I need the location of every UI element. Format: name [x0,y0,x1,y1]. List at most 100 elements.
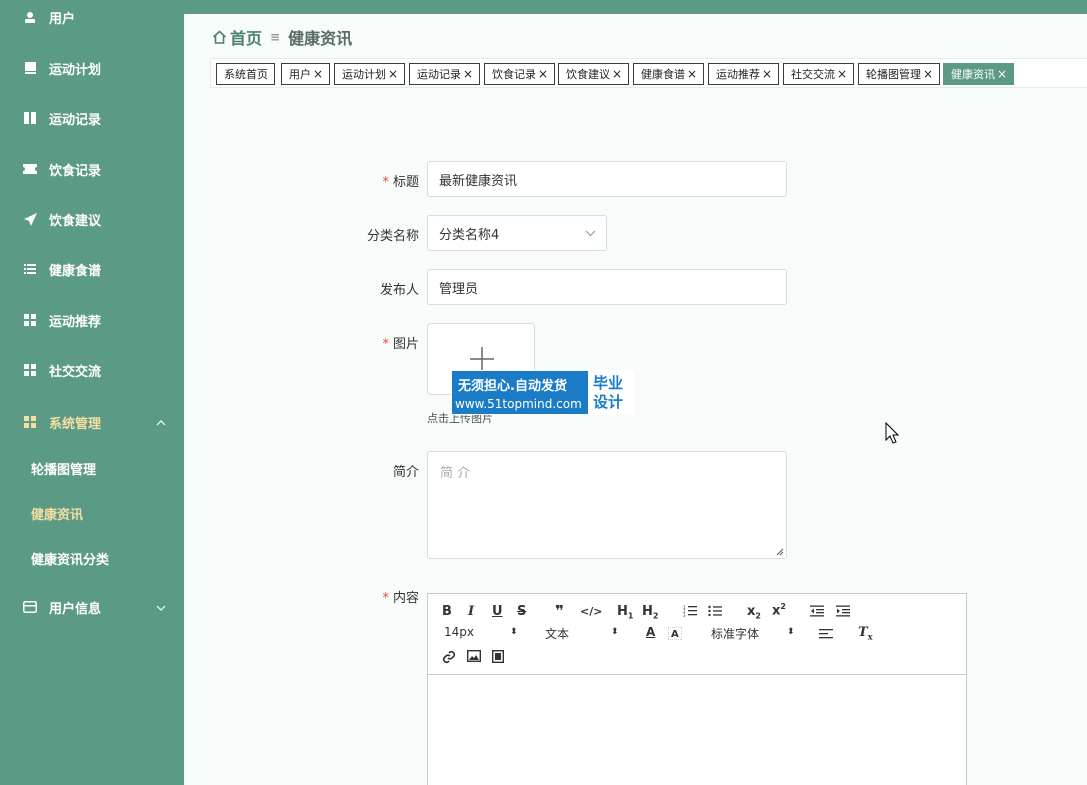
sidebar-item-label: 运动记录 [49,112,102,128]
category-selected-value: 分类名称4 [439,227,500,243]
indent-icon[interactable] [836,605,850,617]
svg-text:3: 3 [683,613,686,617]
category-label: 分类名称 [366,229,419,244]
rich-text-editor: B I U S ❞ </> H1 H2 123 x2 x2 14px ⬍ 文本 ⬍ … [427,593,967,785]
text-type-select[interactable]: 文本 ⬍ [545,625,621,642]
tag-label: 用户 [289,68,311,81]
tag-carousel[interactable]: 轮播图管理 × [858,63,941,85]
font-color-icon[interactable]: A [646,625,655,639]
summary-textarea[interactable]: 简 介 [427,451,787,559]
bullet-list-icon[interactable] [708,605,722,617]
clear-format-icon[interactable]: Tx [858,625,872,642]
watermark-banner: 无须担心.自动发货 www.51topmind.com 毕业 设计 [451,370,635,415]
card-icon [23,600,37,614]
updown-icon: ⬍ [510,627,518,637]
sidebar-item-user-info[interactable]: 用户信息 [0,592,184,622]
background-color-icon[interactable]: A [668,627,682,640]
close-icon[interactable]: × [687,67,697,81]
font-family-select[interactable]: 标准字体 ⬍ [711,625,799,642]
outdent-icon[interactable] [810,605,824,617]
close-icon[interactable]: × [313,67,323,81]
tag-health-news[interactable]: 健康资讯 × [943,63,1015,85]
breadcrumb-separator-icon: ≡ [270,30,281,44]
tag-label: 系统首页 [224,68,268,81]
superscript-icon[interactable]: x2 [772,602,786,618]
header-1-icon[interactable]: H1 [617,604,633,621]
notebook-icon [23,111,37,125]
image-icon[interactable] [467,650,481,662]
bold-icon[interactable]: B [442,604,452,619]
sidebar-item-user[interactable]: 用户 [0,2,184,32]
ordered-list-icon[interactable]: 123 [683,605,697,617]
sidebar-item-diet-advice[interactable]: 饮食建议 [0,204,184,234]
close-icon[interactable]: × [612,67,622,81]
header-2-icon[interactable]: H2 [642,604,658,621]
close-icon[interactable]: × [923,67,933,81]
close-icon[interactable]: × [837,67,847,81]
tag-user[interactable]: 用户 × [281,63,331,85]
sidebar-item-system[interactable]: 系统管理 [0,407,184,437]
tag-exercise-recommend[interactable]: 运动推荐 × [708,63,780,85]
grid-icon [23,313,37,327]
publisher-label: 发布人 [379,283,419,298]
chevron-down-icon [156,600,166,615]
editor-toolbar: B I U S ❞ </> H1 H2 123 x2 x2 14px ⬍ 文本 ⬍ … [428,594,966,675]
tag-diet-advice[interactable]: 饮食建议 × [558,63,630,85]
sidebar-sub-item-carousel[interactable]: 轮播图管理 [31,459,96,478]
sidebar-item-label: 用户 [49,11,76,27]
tag-exercise-record[interactable]: 运动记录 × [409,63,481,85]
tag-label: 运动计划 [342,68,386,81]
close-icon[interactable]: × [762,67,772,81]
summary-placeholder: 简 介 [440,466,471,481]
sidebar-item-exercise-plan[interactable]: 运动计划 [0,53,184,83]
subscript-icon[interactable]: x2 [747,604,761,621]
sidebar-item-social[interactable]: 社交交流 [0,355,184,385]
grid-icon [23,415,37,429]
video-icon[interactable] [492,650,504,663]
sidebar-item-exercise-recommend[interactable]: 运动推荐 [0,305,184,335]
strikethrough-icon[interactable]: S [517,604,526,619]
tag-healthy-recipe[interactable]: 健康食谱 × [633,63,705,85]
resize-handle-icon [776,548,784,556]
align-icon[interactable] [819,628,833,640]
code-block-icon[interactable]: </> [580,605,602,618]
tag-home[interactable]: 系统首页 [216,63,275,85]
close-icon[interactable]: × [388,67,398,81]
list-icon [23,262,37,276]
summary-label: 简介 [392,465,419,480]
sidebar: 用户 运动计划 运动记录 饮食记录 饮食建议 健康食谱 运动推荐 社交交流 系统… [0,0,184,785]
breadcrumb-current: 健康资讯 [288,29,353,48]
breadcrumb-home[interactable]: 首页 [212,25,262,49]
image-label: * 图片 [382,337,419,352]
close-icon[interactable]: × [997,67,1007,81]
sidebar-item-exercise-record[interactable]: 运动记录 [0,103,184,133]
link-icon[interactable] [442,650,456,664]
publisher-input[interactable]: 管理员 [427,269,787,305]
sidebar-sub-item-health-news-category[interactable]: 健康资讯分类 [31,549,109,568]
font-size-select[interactable]: 14px ⬍ [444,625,520,639]
underline-icon[interactable]: U [492,604,503,619]
tag-social[interactable]: 社交交流 × [783,63,855,85]
breadcrumb-home-label: 首页 [230,29,263,48]
tag-diet-record[interactable]: 饮食记录 × [484,63,556,85]
sidebar-item-healthy-recipe[interactable]: 健康食谱 [0,254,184,284]
sidebar-sub-item-health-news[interactable]: 健康资讯 [31,504,83,523]
title-label: * 标题 [382,175,419,190]
content-label: * 内容 [382,591,419,606]
tags-view-bar: 系统首页 用户 × 运动计划 × 运动记录 × 饮食记录 × 饮食建议 × 健康食谱 × 运… [210,58,1087,88]
tag-exercise-plan[interactable]: 运动计划 × [334,63,406,85]
close-icon[interactable]: × [538,67,548,81]
watermark-badge: 毕业 设计 [588,371,635,414]
sidebar-item-label: 社交交流 [49,364,102,380]
chevron-down-icon [585,230,596,237]
mouse-cursor-icon [885,422,899,444]
tag-label: 健康资讯 [951,68,995,81]
title-input[interactable]: 最新健康资讯 [427,161,787,197]
book-icon [23,61,37,75]
close-icon[interactable]: × [463,67,473,81]
italic-icon[interactable]: I [468,604,474,619]
blockquote-icon[interactable]: ❞ [555,602,564,620]
sidebar-item-diet-record[interactable]: 饮食记录 [0,154,184,184]
category-select[interactable]: 分类名称4 [427,215,607,251]
tag-label: 轮播图管理 [866,68,921,81]
